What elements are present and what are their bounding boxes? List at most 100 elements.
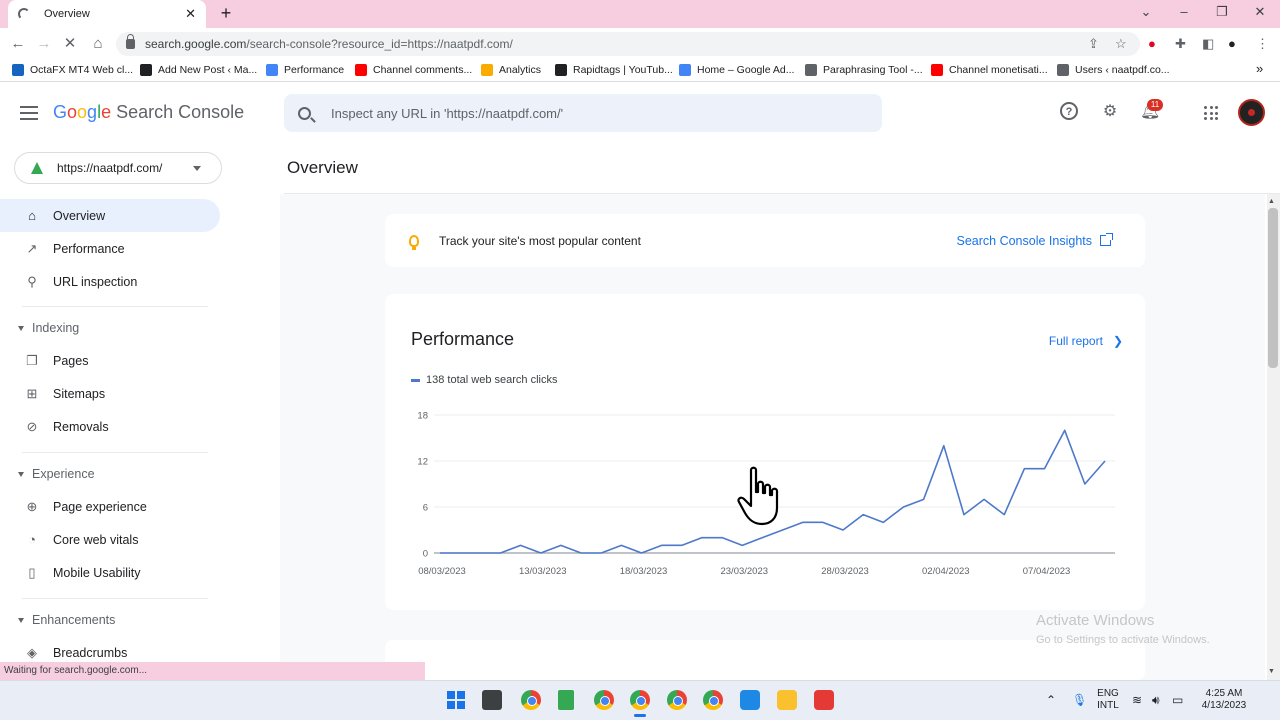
close-window-button[interactable]: ✕ <box>1248 4 1272 20</box>
bookmark-item[interactable]: Paraphrasing Tool -... <box>805 64 923 76</box>
forward-arrow-icon[interactable]: → <box>34 34 54 54</box>
data-point[interactable] <box>1041 465 1049 473</box>
google-apps-icon[interactable] <box>1204 106 1218 120</box>
notepad-taskbar-icon[interactable] <box>558 690 574 710</box>
scroll-down-arrow-icon[interactable]: ▼ <box>1268 668 1275 675</box>
side-panel-icon[interactable]: ◧ <box>1202 36 1214 52</box>
data-point[interactable] <box>517 541 525 549</box>
data-point[interactable] <box>718 534 726 542</box>
more-bookmarks-button[interactable]: » <box>1256 61 1263 76</box>
new-tab-button[interactable]: + <box>216 3 236 24</box>
bookmark-item[interactable]: Add New Post ‹ Ma... <box>140 64 257 76</box>
data-point[interactable] <box>779 526 787 534</box>
address-bar[interactable]: search.google.com/search-console?resourc… <box>116 32 1140 56</box>
camtasia-taskbar-icon[interactable] <box>814 690 834 710</box>
data-point[interactable] <box>638 549 646 557</box>
data-point[interactable] <box>1020 465 1028 473</box>
browser-tab[interactable]: Overview ✕ <box>8 0 206 28</box>
account-avatar[interactable] <box>1238 99 1265 126</box>
sidebar-section-enhancements[interactable]: Enhancements <box>18 613 115 627</box>
battery-icon[interactable]: ▭ <box>1172 693 1183 707</box>
stop-loading-icon[interactable]: ✕ <box>60 34 80 54</box>
sidebar-item-page-experience[interactable]: ⊕ Page experience <box>0 490 220 523</box>
property-selector[interactable]: https://naatpdf.com/ <box>14 152 222 184</box>
data-point[interactable] <box>1081 480 1089 488</box>
sidebar-section-indexing[interactable]: Indexing <box>18 321 79 335</box>
chrome-active-taskbar-icon[interactable] <box>630 690 650 710</box>
bookmark-item[interactable]: Users ‹ naatpdf.co... <box>1057 64 1170 76</box>
bookmark-item[interactable]: Channel monetisati... <box>931 64 1048 76</box>
share-icon[interactable]: ⇪ <box>1088 36 1099 52</box>
pinterest-extension-icon[interactable]: ● <box>1148 36 1156 51</box>
search-console-insights-link[interactable]: Search Console Insights <box>957 233 1113 248</box>
data-point[interactable] <box>758 534 766 542</box>
language-indicator[interactable]: ENG INTL <box>1092 688 1124 712</box>
windows-start-icon[interactable] <box>447 691 465 709</box>
back-arrow-icon[interactable]: ← <box>8 34 28 54</box>
data-point[interactable] <box>698 534 706 542</box>
close-tab-icon[interactable]: ✕ <box>185 6 196 22</box>
data-point[interactable] <box>960 511 968 519</box>
bookmark-star-icon[interactable]: ☆ <box>1115 36 1127 52</box>
data-point[interactable] <box>1000 511 1008 519</box>
sidebar-item-core-web-vitals[interactable]: ◔ Core web vitals <box>0 523 220 556</box>
data-point[interactable] <box>617 541 625 549</box>
search-console-logo[interactable]: Google Search Console <box>53 102 244 123</box>
sidebar-item-pages[interactable]: ❐ Pages <box>0 344 220 377</box>
data-point[interactable] <box>859 511 867 519</box>
sidebar-section-experience[interactable]: Experience <box>18 467 95 481</box>
extensions-puzzle-icon[interactable]: ✚ <box>1175 36 1186 52</box>
sidebar-item-mobile-usability[interactable]: ▯ Mobile Usability <box>0 556 220 589</box>
url-inspect-search[interactable]: Inspect any URL in 'https://naatpdf.com/… <box>284 94 882 132</box>
chrome-menu-icon[interactable]: ⋮ <box>1256 36 1269 52</box>
data-point[interactable] <box>799 518 807 526</box>
data-point[interactable] <box>899 503 907 511</box>
data-point[interactable] <box>597 549 605 557</box>
restore-button[interactable]: ❐ <box>1210 4 1234 20</box>
bookmark-item[interactable]: Rapidtags | YouTub... <box>555 64 673 76</box>
clock[interactable]: 4:25 AM 4/13/2023 <box>1196 688 1252 712</box>
chrome-alt2-taskbar-icon[interactable] <box>703 690 723 710</box>
data-point[interactable] <box>476 549 484 557</box>
data-point[interactable] <box>920 495 928 503</box>
show-hidden-icons-chevron[interactable]: ⌃ <box>1046 693 1056 707</box>
data-point[interactable] <box>678 541 686 549</box>
data-point[interactable] <box>496 549 504 557</box>
manage-users-icon[interactable]: ⚙ <box>1100 102 1120 122</box>
bookmark-item[interactable]: OctaFX MT4 Web cl... <box>12 64 133 76</box>
scrollbar-thumb[interactable] <box>1268 208 1278 368</box>
volume-icon[interactable]: 🔊︎ <box>1152 693 1160 708</box>
sidebar-item-overview[interactable]: ⌂ Overview <box>0 199 220 232</box>
full-report-link[interactable]: Full report ❯ <box>1049 334 1123 348</box>
bookmark-item[interactable]: Performance <box>266 64 344 76</box>
profile-avatar-icon[interactable]: ● <box>1228 36 1236 51</box>
photos-taskbar-icon[interactable] <box>740 690 760 710</box>
data-point[interactable] <box>537 549 545 557</box>
file-explorer-icon[interactable] <box>777 690 797 710</box>
wifi-icon[interactable]: ≋ <box>1132 693 1142 707</box>
data-point[interactable] <box>456 549 464 557</box>
minimize-button[interactable]: – <box>1172 4 1196 19</box>
data-point[interactable] <box>738 541 746 549</box>
data-point[interactable] <box>436 549 444 557</box>
sidebar-item-performance[interactable]: ↗ Performance <box>0 232 220 265</box>
task-view-icon[interactable] <box>482 690 502 710</box>
microphone-icon[interactable]: 🎙︎ <box>1072 693 1087 707</box>
data-point[interactable] <box>940 442 948 450</box>
chrome-taskbar-icon[interactable] <box>521 690 541 710</box>
data-point[interactable] <box>658 541 666 549</box>
data-point[interactable] <box>577 549 585 557</box>
sidebar-item-url-inspection[interactable]: ⚲ URL inspection <box>0 265 220 298</box>
data-point[interactable] <box>1061 426 1069 434</box>
data-point[interactable] <box>819 518 827 526</box>
data-point[interactable] <box>879 518 887 526</box>
chrome-profile-taskbar-icon[interactable] <box>594 690 614 710</box>
help-icon[interactable]: ? <box>1060 102 1078 120</box>
home-button-icon[interactable]: ⌂ <box>88 34 108 54</box>
data-point[interactable] <box>980 495 988 503</box>
chrome-alt-taskbar-icon[interactable] <box>667 690 687 710</box>
data-point[interactable] <box>839 526 847 534</box>
data-point[interactable] <box>557 541 565 549</box>
bookmark-item[interactable]: Home – Google Ad... <box>679 64 794 76</box>
data-point[interactable] <box>1101 457 1109 465</box>
